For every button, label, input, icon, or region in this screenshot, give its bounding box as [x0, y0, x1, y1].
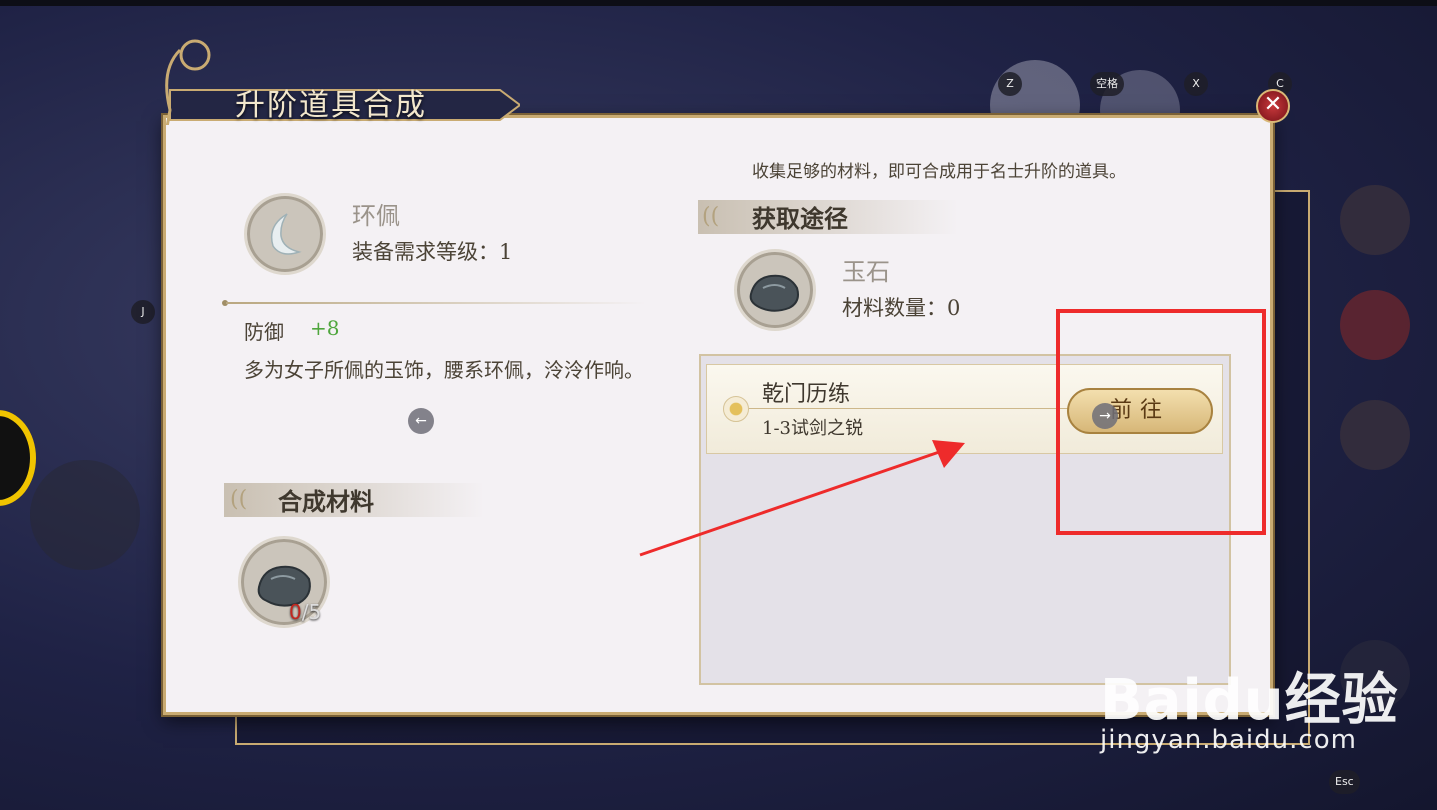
source-row-subtitle: 1-3试剑之锐: [762, 418, 863, 439]
section-swirl-icon: ((: [230, 487, 248, 512]
item-name: 环佩: [352, 202, 400, 230]
materials-section-title: 合成材料: [278, 487, 374, 516]
divider: [226, 302, 646, 304]
material-count: 0/5: [289, 600, 321, 624]
source-item-icon: [734, 249, 816, 331]
key-hint-z: Z: [998, 72, 1022, 96]
source-item-quantity: 材料数量：0: [842, 296, 961, 320]
background-orb: [1340, 290, 1410, 360]
item-description: 多为女子所佩的玉饰，腰系环佩，泠泠作响。: [244, 358, 644, 382]
background-portrait: [30, 460, 140, 570]
key-hint-esc: Esc: [1329, 770, 1360, 794]
watermark-url: jingyan.baidu.com: [1100, 725, 1357, 755]
source-row-divider: [749, 408, 1069, 409]
background-orb: [1340, 185, 1410, 255]
key-hint-j: J: [131, 300, 155, 324]
key-hint-space: 空格: [1090, 72, 1124, 96]
section-swirl-icon: ((: [702, 204, 720, 229]
source-row-marker: [723, 396, 749, 422]
key-hint-x: X: [1184, 72, 1208, 96]
jade-stone-icon: [749, 274, 799, 312]
material-need-count: /5: [301, 600, 322, 624]
baidu-watermark: Baidu经验 jingyan.baidu.com: [1100, 655, 1399, 755]
page-title: 升阶道具合成: [235, 88, 427, 123]
scroll-left-button[interactable]: ←: [408, 408, 434, 434]
sources-section-title: 获取途径: [752, 204, 848, 233]
hint-text: 收集足够的材料，即可合成用于名士升阶的道具。: [752, 162, 1126, 182]
left-edge-ring: [0, 410, 36, 506]
stat-label: 防御: [244, 320, 284, 344]
source-item-name: 玉石: [842, 258, 890, 286]
crescent-jade-icon: [270, 213, 302, 255]
background-orb: [1340, 400, 1410, 470]
stat-value: +8: [310, 316, 340, 340]
item-icon: [244, 193, 326, 275]
highlight-box: [1056, 309, 1266, 535]
top-bar: [0, 0, 1437, 6]
source-row-title: 乾门历练: [762, 382, 851, 407]
close-button[interactable]: ✕: [1256, 89, 1290, 123]
watermark-logo: Baidu经验: [1100, 668, 1399, 733]
item-requirement: 装备需求等级：1: [352, 240, 513, 264]
material-have-count: 0: [289, 600, 302, 624]
